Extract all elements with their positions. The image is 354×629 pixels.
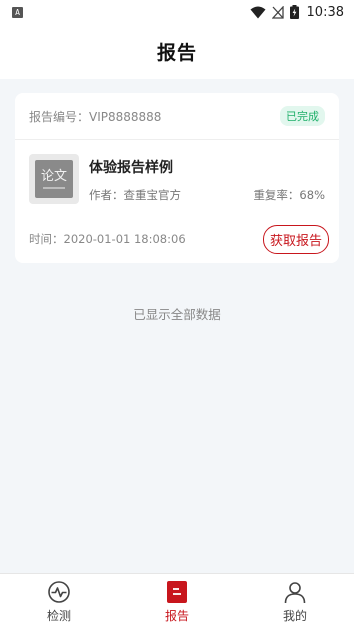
bottom-tab-bar: 检测 报告 我的: [0, 573, 354, 629]
report-card-body: 论文 体验报告样例 作者：查重宝官方 重复率：68%: [15, 140, 339, 216]
tab-detect[interactable]: 检测: [0, 574, 118, 629]
report-author: 作者：查重宝官方: [89, 188, 181, 202]
tab-label: 检测: [46, 608, 71, 623]
list-end-text: 已显示全部数据: [133, 307, 221, 322]
report-card[interactable]: 报告编号：VIP8888888 已完成 论文 体验报告样例 作者：查重宝官方 重…: [15, 93, 339, 263]
get-report-button[interactable]: 获取报告: [262, 224, 329, 254]
paper-logo-icon: 论文: [35, 160, 73, 198]
tab-label: 报告: [164, 608, 189, 623]
notification-a-icon: A: [12, 6, 23, 18]
report-card-header: 报告编号：VIP8888888 已完成: [15, 93, 339, 140]
report-list[interactable]: 报告编号：VIP8888888 已完成 论文 体验报告样例 作者：查重宝官方 重…: [0, 79, 354, 573]
battery-charging-icon: [289, 5, 299, 19]
report-time: 时间：2020-01-01 18:08:06: [29, 232, 186, 246]
report-title: 体验报告样例: [89, 160, 173, 176]
page-title: 报告: [156, 42, 197, 64]
tab-report[interactable]: 报告: [118, 574, 236, 629]
status-badge: 已完成: [280, 106, 325, 126]
report-thumbnail: 论文: [29, 154, 79, 204]
clock-time: 10:38: [306, 4, 344, 20]
tab-label: 我的: [282, 608, 307, 623]
pulse-icon: [47, 580, 71, 604]
tab-mine[interactable]: 我的: [236, 574, 354, 629]
report-card-footer: 时间：2020-01-01 18:08:06 获取报告: [15, 216, 339, 262]
report-icon: [165, 580, 189, 604]
repeat-rate: 重复率：68%: [253, 188, 325, 202]
wifi-icon: [250, 6, 266, 19]
status-bar: A 10:38: [0, 0, 354, 24]
user-icon: [283, 580, 307, 604]
report-number: 报告编号：VIP8888888: [29, 109, 162, 124]
app-bar: 报告: [0, 24, 354, 79]
no-signal-icon: [271, 5, 284, 19]
